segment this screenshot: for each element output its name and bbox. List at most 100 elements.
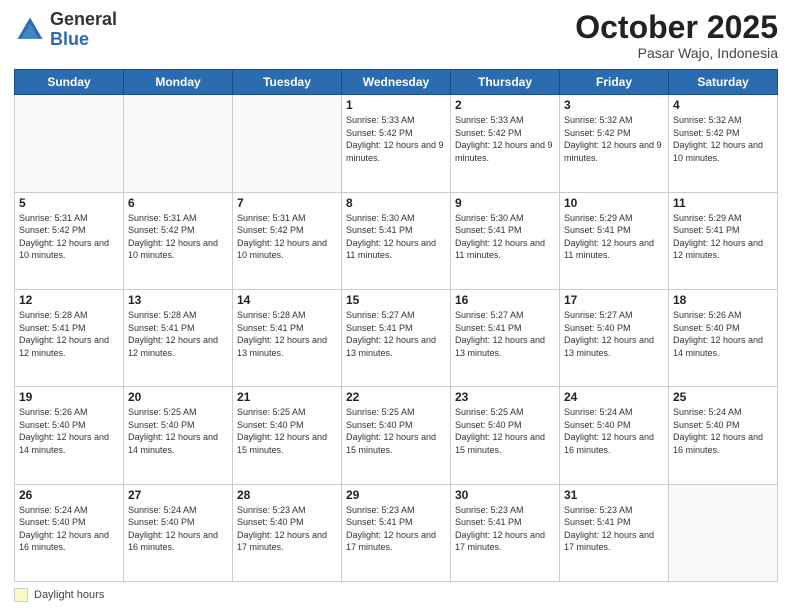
calendar-week-0: 1Sunrise: 5:33 AM Sunset: 5:42 PM Daylig… xyxy=(15,95,778,192)
calendar-cell: 13 Sunrise: 5:28 AM Sunset: 5:41 PM Dayli… xyxy=(124,289,233,386)
day-info: Sunrise: 5:27 AM Sunset: 5:41 PM Dayligh… xyxy=(455,309,555,359)
day-number: 6 xyxy=(128,196,228,210)
day-info: Sunrise: 5:29 AM Sunset: 5:41 PM Dayligh… xyxy=(673,212,773,262)
month-title: October 2025 xyxy=(575,10,778,45)
calendar-week-2: 12 Sunrise: 5:28 AM Sunset: 5:41 PM Dayli… xyxy=(15,289,778,386)
day-number: 25 xyxy=(673,390,773,404)
calendar-cell: 3 Sunrise: 5:32 AM Sunset: 5:42 PM Daylig… xyxy=(560,95,669,192)
calendar-cell: 16 Sunrise: 5:27 AM Sunset: 5:41 PM Dayli… xyxy=(451,289,560,386)
calendar-header-sunday: Sunday xyxy=(15,70,124,95)
logo-icon xyxy=(14,14,46,46)
calendar-week-1: 5 Sunrise: 5:31 AM Sunset: 5:42 PM Daylig… xyxy=(15,192,778,289)
calendar-cell: 10Sunrise: 5:29 AM Sunset: 5:41 PM Dayli… xyxy=(560,192,669,289)
day-number: 14 xyxy=(237,293,337,307)
calendar-cell: 17 Sunrise: 5:27 AM Sunset: 5:40 PM Dayli… xyxy=(560,289,669,386)
day-number: 17 xyxy=(564,293,664,307)
calendar-cell xyxy=(124,95,233,192)
calendar-cell: 31 Sunrise: 5:23 AM Sunset: 5:41 PM Dayli… xyxy=(560,484,669,581)
calendar-header-saturday: Saturday xyxy=(669,70,778,95)
day-info: Sunrise: 5:31 AM Sunset: 5:42 PM Dayligh… xyxy=(19,212,119,262)
day-info: Sunrise: 5:28 AM Sunset: 5:41 PM Dayligh… xyxy=(19,309,119,359)
day-info: Sunrise: 5:30 AM Sunset: 5:41 PM Dayligh… xyxy=(455,212,555,262)
calendar-cell: 5 Sunrise: 5:31 AM Sunset: 5:42 PM Daylig… xyxy=(15,192,124,289)
day-info: Sunrise: 5:26 AM Sunset: 5:40 PM Dayligh… xyxy=(673,309,773,359)
day-number: 9 xyxy=(455,196,555,210)
day-info: Sunrise: 5:32 AM Sunset: 5:42 PM Dayligh… xyxy=(564,114,664,164)
calendar-cell: 11 Sunrise: 5:29 AM Sunset: 5:41 PM Dayli… xyxy=(669,192,778,289)
day-info: Sunrise: 5:23 AM Sunset: 5:40 PM Dayligh… xyxy=(237,504,337,554)
day-number: 7 xyxy=(237,196,337,210)
calendar-week-3: 19Sunrise: 5:26 AM Sunset: 5:40 PM Dayli… xyxy=(15,387,778,484)
calendar-cell: 2Sunrise: 5:33 AM Sunset: 5:42 PM Daylig… xyxy=(451,95,560,192)
day-number: 16 xyxy=(455,293,555,307)
calendar-header-thursday: Thursday xyxy=(451,70,560,95)
day-number: 31 xyxy=(564,488,664,502)
day-number: 21 xyxy=(237,390,337,404)
day-info: Sunrise: 5:25 AM Sunset: 5:40 PM Dayligh… xyxy=(237,406,337,456)
calendar-cell: 19Sunrise: 5:26 AM Sunset: 5:40 PM Dayli… xyxy=(15,387,124,484)
calendar-week-4: 26Sunrise: 5:24 AM Sunset: 5:40 PM Dayli… xyxy=(15,484,778,581)
logo: General Blue xyxy=(14,10,117,50)
day-info: Sunrise: 5:23 AM Sunset: 5:41 PM Dayligh… xyxy=(455,504,555,554)
calendar-cell xyxy=(233,95,342,192)
day-number: 2 xyxy=(455,98,555,112)
day-info: Sunrise: 5:28 AM Sunset: 5:41 PM Dayligh… xyxy=(128,309,228,359)
day-info: Sunrise: 5:24 AM Sunset: 5:40 PM Dayligh… xyxy=(673,406,773,456)
day-number: 3 xyxy=(564,98,664,112)
day-info: Sunrise: 5:24 AM Sunset: 5:40 PM Dayligh… xyxy=(128,504,228,554)
day-info: Sunrise: 5:28 AM Sunset: 5:41 PM Dayligh… xyxy=(237,309,337,359)
day-info: Sunrise: 5:30 AM Sunset: 5:41 PM Dayligh… xyxy=(346,212,446,262)
day-number: 23 xyxy=(455,390,555,404)
calendar-cell: 15 Sunrise: 5:27 AM Sunset: 5:41 PM Dayli… xyxy=(342,289,451,386)
calendar-cell: 20Sunrise: 5:25 AM Sunset: 5:40 PM Dayli… xyxy=(124,387,233,484)
day-info: Sunrise: 5:24 AM Sunset: 5:40 PM Dayligh… xyxy=(19,504,119,554)
day-number: 29 xyxy=(346,488,446,502)
calendar-cell: 22 Sunrise: 5:25 AM Sunset: 5:40 PM Dayli… xyxy=(342,387,451,484)
calendar-header-wednesday: Wednesday xyxy=(342,70,451,95)
calendar-cell: 21 Sunrise: 5:25 AM Sunset: 5:40 PM Dayli… xyxy=(233,387,342,484)
legend: Daylight hours xyxy=(14,588,778,602)
day-number: 13 xyxy=(128,293,228,307)
legend-label: Daylight hours xyxy=(34,589,104,601)
calendar-cell: 1Sunrise: 5:33 AM Sunset: 5:42 PM Daylig… xyxy=(342,95,451,192)
day-number: 30 xyxy=(455,488,555,502)
day-info: Sunrise: 5:25 AM Sunset: 5:40 PM Dayligh… xyxy=(455,406,555,456)
day-info: Sunrise: 5:31 AM Sunset: 5:42 PM Dayligh… xyxy=(128,212,228,262)
day-number: 10 xyxy=(564,196,664,210)
day-number: 28 xyxy=(237,488,337,502)
day-number: 12 xyxy=(19,293,119,307)
legend-color-box xyxy=(14,588,28,602)
calendar-cell: 4 Sunrise: 5:32 AM Sunset: 5:42 PM Daylig… xyxy=(669,95,778,192)
calendar-cell xyxy=(15,95,124,192)
day-number: 4 xyxy=(673,98,773,112)
calendar-cell: 27Sunrise: 5:24 AM Sunset: 5:40 PM Dayli… xyxy=(124,484,233,581)
day-info: Sunrise: 5:27 AM Sunset: 5:41 PM Dayligh… xyxy=(346,309,446,359)
day-info: Sunrise: 5:25 AM Sunset: 5:40 PM Dayligh… xyxy=(346,406,446,456)
day-number: 11 xyxy=(673,196,773,210)
day-number: 8 xyxy=(346,196,446,210)
calendar-cell: 18 Sunrise: 5:26 AM Sunset: 5:40 PM Dayli… xyxy=(669,289,778,386)
calendar-cell: 7Sunrise: 5:31 AM Sunset: 5:42 PM Daylig… xyxy=(233,192,342,289)
day-number: 15 xyxy=(346,293,446,307)
day-info: Sunrise: 5:27 AM Sunset: 5:40 PM Dayligh… xyxy=(564,309,664,359)
calendar-table: SundayMondayTuesdayWednesdayThursdayFrid… xyxy=(14,69,778,582)
calendar-cell: 14 Sunrise: 5:28 AM Sunset: 5:41 PM Dayli… xyxy=(233,289,342,386)
calendar-cell: 24 Sunrise: 5:24 AM Sunset: 5:40 PM Dayli… xyxy=(560,387,669,484)
calendar-cell: 30 Sunrise: 5:23 AM Sunset: 5:41 PM Dayli… xyxy=(451,484,560,581)
calendar-cell: 12 Sunrise: 5:28 AM Sunset: 5:41 PM Dayli… xyxy=(15,289,124,386)
day-number: 24 xyxy=(564,390,664,404)
day-info: Sunrise: 5:25 AM Sunset: 5:40 PM Dayligh… xyxy=(128,406,228,456)
day-info: Sunrise: 5:32 AM Sunset: 5:42 PM Dayligh… xyxy=(673,114,773,164)
day-number: 18 xyxy=(673,293,773,307)
day-info: Sunrise: 5:23 AM Sunset: 5:41 PM Dayligh… xyxy=(564,504,664,554)
day-info: Sunrise: 5:24 AM Sunset: 5:40 PM Dayligh… xyxy=(564,406,664,456)
day-info: Sunrise: 5:33 AM Sunset: 5:42 PM Dayligh… xyxy=(346,114,446,164)
calendar-header-tuesday: Tuesday xyxy=(233,70,342,95)
calendar-cell: 28 Sunrise: 5:23 AM Sunset: 5:40 PM Dayli… xyxy=(233,484,342,581)
day-number: 5 xyxy=(19,196,119,210)
calendar-header-monday: Monday xyxy=(124,70,233,95)
calendar-cell: 8 Sunrise: 5:30 AM Sunset: 5:41 PM Daylig… xyxy=(342,192,451,289)
calendar-cell: 23 Sunrise: 5:25 AM Sunset: 5:40 PM Dayli… xyxy=(451,387,560,484)
day-info: Sunrise: 5:26 AM Sunset: 5:40 PM Dayligh… xyxy=(19,406,119,456)
day-number: 22 xyxy=(346,390,446,404)
